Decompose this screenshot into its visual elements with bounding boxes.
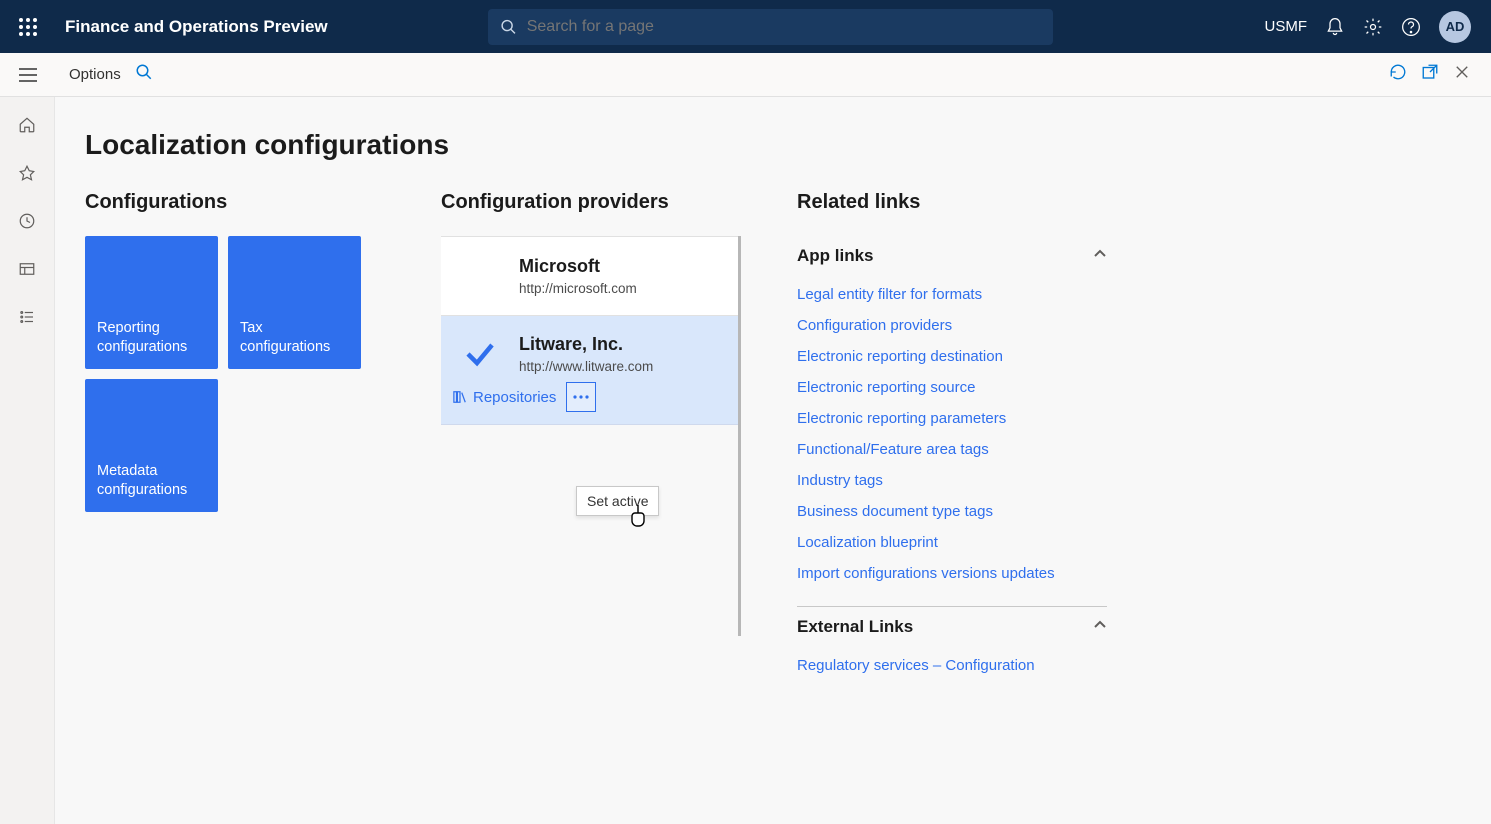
link-legal-entity-filter[interactable]: Legal entity filter for formats: [797, 286, 1107, 303]
list-icon: [18, 308, 36, 326]
provider-url: http://www.litware.com: [519, 359, 653, 374]
hamburger-icon: [19, 68, 37, 82]
link-regulatory-services[interactable]: Regulatory services – Configuration: [797, 657, 1107, 674]
app-links-label: App links: [797, 246, 874, 266]
refresh-icon: [1389, 63, 1407, 81]
top-nav-bar: Finance and Operations Preview USMF AD: [0, 0, 1491, 53]
app-title: Finance and Operations Preview: [55, 17, 328, 37]
page-title: Localization configurations: [85, 129, 1461, 161]
notifications-button[interactable]: [1325, 17, 1345, 37]
tile-tax-configurations[interactable]: Tax configurations: [228, 236, 361, 369]
external-links-label: External Links: [797, 617, 913, 637]
workspace-icon: [18, 260, 36, 278]
settings-button[interactable]: [1363, 17, 1383, 37]
popout-icon: [1421, 63, 1439, 81]
global-search[interactable]: [488, 9, 1053, 45]
repositories-label: Repositories: [473, 389, 556, 406]
avatar-initials: AD: [1446, 19, 1465, 34]
provider-name: Litware, Inc.: [519, 334, 653, 355]
waffle-icon: [18, 17, 38, 37]
tile-reporting-configurations[interactable]: Reporting configurations: [85, 236, 218, 369]
provider-card-microsoft[interactable]: Microsoft http://microsoft.com: [441, 236, 738, 315]
bell-icon: [1325, 17, 1345, 37]
rail-home[interactable]: [17, 115, 37, 135]
company-code[interactable]: USMF: [1265, 18, 1308, 35]
clock-icon: [18, 212, 36, 230]
link-industry-tags[interactable]: Industry tags: [797, 472, 1107, 489]
check-icon: [462, 336, 498, 372]
gear-icon: [1363, 17, 1383, 37]
provider-name: Microsoft: [519, 256, 637, 277]
tile-label: Metadata configurations: [97, 462, 206, 500]
command-bar: Options: [0, 53, 1491, 97]
search-icon: [500, 18, 517, 36]
app-links-list: Legal entity filter for formats Configur…: [797, 276, 1107, 602]
search-icon: [135, 63, 153, 81]
close-button[interactable]: [1453, 63, 1471, 86]
rail-recent[interactable]: [17, 211, 37, 231]
left-nav-rail: [0, 97, 55, 824]
options-menu[interactable]: Options: [55, 66, 135, 83]
link-feature-area-tags[interactable]: Functional/Feature area tags: [797, 441, 1107, 458]
related-links-heading: Related links: [797, 191, 1107, 214]
link-localization-blueprint[interactable]: Localization blueprint: [797, 534, 1107, 551]
provider-url: http://microsoft.com: [519, 281, 637, 296]
app-launcher-button[interactable]: [0, 17, 55, 37]
rail-modules[interactable]: [17, 307, 37, 327]
provider-list: Microsoft http://microsoft.com Litware, …: [441, 236, 741, 636]
context-menu-set-active[interactable]: Set active: [576, 486, 659, 516]
user-avatar[interactable]: AD: [1439, 11, 1471, 43]
search-input[interactable]: [527, 18, 1041, 36]
context-menu-item-label: Set active: [587, 493, 648, 509]
link-er-parameters[interactable]: Electronic reporting parameters: [797, 410, 1107, 427]
tile-label: Reporting configurations: [97, 319, 206, 357]
help-button[interactable]: [1401, 17, 1421, 37]
chevron-up-icon: [1093, 246, 1107, 266]
repositories-link[interactable]: Repositories: [453, 389, 556, 406]
tile-label: Tax configurations: [240, 319, 349, 357]
configuration-providers-section: Configuration providers Microsoft http:/…: [441, 191, 741, 694]
link-import-versions-updates[interactable]: Import configurations versions updates: [797, 565, 1107, 582]
configurations-heading: Configurations: [85, 191, 385, 214]
refresh-button[interactable]: [1389, 63, 1407, 86]
popout-button[interactable]: [1421, 63, 1439, 86]
books-icon: [453, 390, 467, 404]
providers-heading: Configuration providers: [441, 191, 741, 214]
link-business-doc-tags[interactable]: Business document type tags: [797, 503, 1107, 520]
ellipsis-icon: [573, 395, 589, 399]
main-content: Localization configurations Configuratio…: [55, 97, 1491, 824]
tile-metadata-configurations[interactable]: Metadata configurations: [85, 379, 218, 512]
provider-more-button[interactable]: [566, 382, 596, 412]
star-icon: [18, 164, 36, 182]
link-er-source[interactable]: Electronic reporting source: [797, 379, 1107, 396]
external-links-list: Regulatory services – Configuration: [797, 647, 1107, 694]
app-links-group-header[interactable]: App links: [797, 236, 1107, 276]
link-er-destination[interactable]: Electronic reporting destination: [797, 348, 1107, 365]
home-icon: [18, 116, 36, 134]
rail-workspaces[interactable]: [17, 259, 37, 279]
page-search-button[interactable]: [135, 63, 153, 86]
provider-card-litware[interactable]: Litware, Inc. http://www.litware.com Rep…: [441, 315, 738, 425]
rail-favorites[interactable]: [17, 163, 37, 183]
external-links-group-header[interactable]: External Links: [797, 607, 1107, 647]
configurations-section: Configurations Reporting configurations …: [85, 191, 385, 694]
nav-toggle-button[interactable]: [0, 53, 55, 97]
related-links-section: Related links App links Legal entity fil…: [797, 191, 1107, 694]
chevron-up-icon: [1093, 617, 1107, 637]
close-icon: [1453, 63, 1471, 81]
active-check: [459, 336, 501, 372]
question-icon: [1401, 17, 1421, 37]
link-configuration-providers[interactable]: Configuration providers: [797, 317, 1107, 334]
